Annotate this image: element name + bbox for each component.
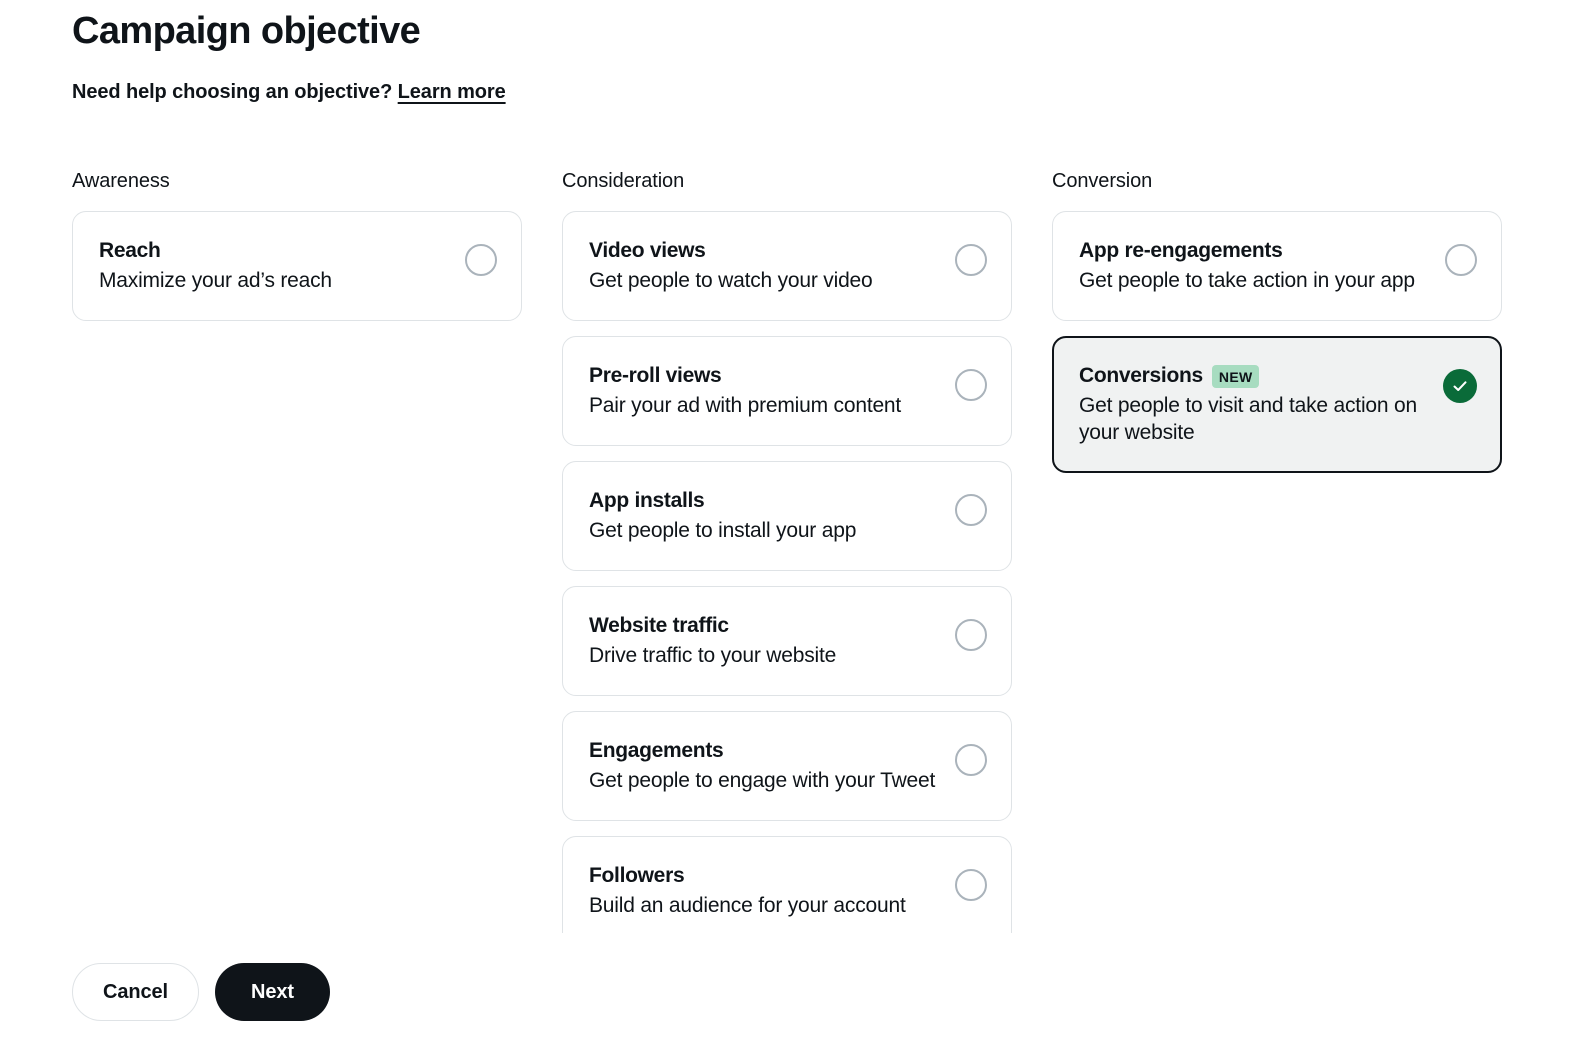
page-title: Campaign objective [72, 10, 421, 52]
radio-button[interactable] [955, 369, 987, 401]
footer-actions: Cancel Next [72, 963, 330, 1021]
objective-card-title-row: Followers [589, 863, 941, 889]
objective-card-title: Reach [99, 239, 161, 262]
objective-card[interactable]: Conversions NEW Get people to visit and ta… [1052, 336, 1502, 473]
objective-card[interactable]: Website traffic Drive traffic to your web… [562, 586, 1012, 696]
objective-card-title: Website traffic [589, 614, 729, 637]
objective-card-title-row: Conversions NEW [1079, 363, 1431, 389]
radio-button[interactable] [955, 619, 987, 651]
objective-card-title: Video views [589, 239, 706, 262]
objective-card[interactable]: Video views Get people to watch your vide… [562, 211, 1012, 321]
objective-card-title: App re-engagements [1079, 239, 1283, 262]
objective-card-title: Pre-roll views [589, 364, 722, 387]
radio-button[interactable] [465, 244, 497, 276]
objective-card-description: Get people to engage with your Tweet [589, 769, 936, 792]
radio-button[interactable] [955, 494, 987, 526]
objective-card-list: Reach Maximize your ad’s reach [72, 211, 522, 321]
column-title: Conversion [1052, 170, 1153, 192]
next-button[interactable]: Next [215, 963, 330, 1021]
radio-button[interactable] [955, 869, 987, 901]
objective-card-title: App installs [589, 489, 705, 512]
objective-card[interactable]: Reach Maximize your ad’s reach [72, 211, 522, 321]
objective-card[interactable]: Engagements Get people to engage with you… [562, 711, 1012, 821]
objective-column: Awareness Reach Maximize your ad’s reach [72, 168, 522, 933]
objective-card-title-row: App installs [589, 488, 941, 514]
objective-card-description: Get people to take action in your app [1079, 269, 1415, 292]
objective-card[interactable]: App re-engagements Get people to take act… [1052, 211, 1502, 321]
objective-card-title: Followers [589, 864, 685, 887]
page-header: Campaign objective Need help choosing an… [72, 8, 1502, 105]
column-title: Awareness [72, 170, 170, 192]
objective-columns: Awareness Reach Maximize your ad’s reach Co… [72, 168, 1502, 933]
objective-card-title-row: Pre-roll views [589, 363, 941, 389]
objective-column: Conversion App re-engagements Get people t… [1052, 168, 1502, 933]
campaign-objective-page: Campaign objective Need help choosing an… [0, 0, 1590, 1061]
objective-card-description: Build an audience for your account [589, 894, 906, 917]
objective-card-title-row: App re-engagements [1079, 238, 1431, 264]
objective-card-list: App re-engagements Get people to take act… [1052, 211, 1502, 473]
radio-button[interactable] [955, 244, 987, 276]
help-text: Need help choosing an objective? [72, 81, 393, 103]
learn-more-link[interactable]: Learn more [398, 81, 506, 103]
new-badge: NEW [1211, 364, 1260, 388]
objective-card-title-row: Website traffic [589, 613, 941, 639]
objective-card-description: Get people to visit and take action on y… [1079, 394, 1417, 444]
objective-card-title: Engagements [589, 739, 724, 762]
objective-card-description: Maximize your ad’s reach [99, 269, 332, 292]
objective-card-title-row: Reach [99, 238, 451, 264]
objective-card[interactable]: Pre-roll views Pair your ad with premium … [562, 336, 1012, 446]
radio-button[interactable] [955, 744, 987, 776]
check-circle-icon[interactable] [1443, 369, 1477, 403]
cancel-button[interactable]: Cancel [72, 963, 199, 1021]
objective-card-list: Video views Get people to watch your vide… [562, 211, 1012, 933]
objective-card-description: Pair your ad with premium content [589, 394, 902, 417]
objective-card-description: Drive traffic to your website [589, 644, 837, 667]
column-title: Consideration [562, 170, 685, 192]
objective-card[interactable]: App installs Get people to install your a… [562, 461, 1012, 571]
objective-card[interactable]: Followers Build an audience for your acco… [562, 836, 1012, 933]
objective-card-description: Get people to install your app [589, 519, 857, 542]
objective-column: Consideration Video views Get people to wa… [562, 168, 1012, 933]
radio-button[interactable] [1445, 244, 1477, 276]
objective-card-title-row: Video views [589, 238, 941, 264]
help-text-row: Need help choosing an objective? Learn m… [72, 79, 1502, 105]
objective-card-title-row: Engagements [589, 738, 941, 764]
objective-card-title: Conversions [1079, 364, 1203, 387]
objective-card-description: Get people to watch your video [589, 269, 873, 292]
